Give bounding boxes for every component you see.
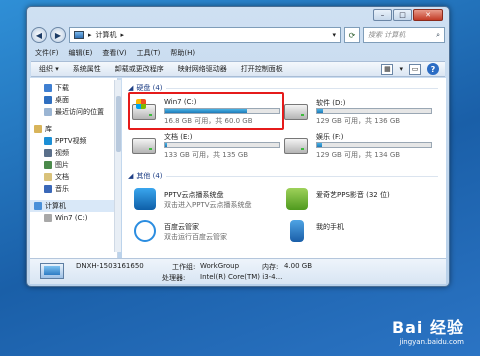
nav-scrollbar[interactable] <box>114 80 121 252</box>
hard-drive-icon <box>284 138 308 154</box>
downloads-icon <box>44 84 52 92</box>
address-box[interactable]: ▸ 计算机 ▸ ▾ <box>69 27 341 43</box>
computer-name: DNXH-1503161650 <box>76 262 144 270</box>
computer-icon <box>74 31 84 39</box>
nav-item-downloads[interactable]: 下载 <box>30 82 117 94</box>
search-icon: ⌕ <box>436 30 440 39</box>
menu-bar: 文件(F) 编辑(E) 查看(V) 工具(T) 帮助(H) <box>31 47 445 59</box>
menu-help[interactable]: 帮助(H) <box>170 48 195 58</box>
navigation-pane: 下载 桌面 最近访问的位置 库 PPTV视频 视频 图片 文档 音乐 计算机 W… <box>30 78 118 258</box>
section-other[interactable]: ◢ 其他 (4) <box>128 170 438 182</box>
memory-value: 4.00 GB <box>284 262 313 270</box>
organize-button[interactable]: 组织 ▾ <box>39 64 59 74</box>
recent-places-icon <box>44 108 52 116</box>
system-properties-button[interactable]: 系统属性 <box>73 64 101 74</box>
pptv-icon <box>44 137 52 145</box>
drive-icon <box>44 214 52 222</box>
nav-item-computer[interactable]: 计算机 <box>30 200 117 212</box>
drive-usage-bar <box>316 142 432 148</box>
drive-item-e[interactable]: 文档 (E:) 133 GB 可用，共 135 GB <box>132 132 282 160</box>
other-item-pptv[interactable]: PPTV云点播系统盘 双击进入PPTV云点播系统盘 <box>132 186 282 214</box>
drive-item-d[interactable]: 软件 (D:) 129 GB 可用，共 136 GB <box>284 98 434 126</box>
collapse-icon: ◢ <box>128 84 134 92</box>
documents-icon <box>44 173 52 181</box>
pictures-icon <box>44 161 52 169</box>
scrollbar-thumb[interactable] <box>116 96 121 152</box>
preview-pane-icon[interactable]: ▭ <box>409 63 421 75</box>
iqiyi-icon <box>286 188 308 210</box>
view-dropdown-icon[interactable]: ▾ <box>399 65 403 73</box>
highlight-box <box>128 92 284 130</box>
computer-icon <box>40 263 64 279</box>
nav-item-pictures[interactable]: 图片 <box>30 159 117 171</box>
phone-icon <box>290 220 304 242</box>
help-icon[interactable]: ? <box>427 63 439 75</box>
baidu-watermark: Bai 经验 jingyan.baidu.com <box>391 318 464 346</box>
other-item-iqiyi[interactable]: 爱奇艺PPS影音 (32 位) <box>284 186 434 214</box>
drive-item-f[interactable]: 娱乐 (F:) 129 GB 可用，共 134 GB <box>284 132 434 160</box>
other-item-my-phone[interactable]: 我的手机 <box>284 218 434 246</box>
processor-value: Intel(R) Core(TM) i3-4... <box>200 273 283 281</box>
pptv-cloud-icon <box>134 188 156 210</box>
hard-drive-icon <box>132 138 156 154</box>
refresh-button[interactable]: ⟳ <box>344 27 360 43</box>
map-network-drive-button[interactable]: 映射网络驱动器 <box>178 64 227 74</box>
search-input[interactable]: 搜索 计算机 ⌕ <box>363 27 445 43</box>
other-item-baidu-cloud[interactable]: 百度云管家 双击运行百度云管家 <box>132 218 282 246</box>
nav-item-pptv[interactable]: PPTV视频 <box>30 135 117 147</box>
control-panel-button[interactable]: 打开控制面板 <box>241 64 283 74</box>
hard-drive-icon <box>284 104 308 120</box>
nav-item-recent[interactable]: 最近访问的位置 <box>30 106 117 118</box>
uninstall-program-button[interactable]: 卸载或更改程序 <box>115 64 164 74</box>
computer-icon <box>34 202 42 210</box>
address-bar-row: ◀ ▶ ▸ 计算机 ▸ ▾ ⟳ 搜索 计算机 ⌕ <box>31 25 445 45</box>
baidu-cloud-icon <box>134 220 156 242</box>
menu-view[interactable]: 查看(V) <box>102 48 126 58</box>
forward-button[interactable]: ▶ <box>50 27 66 43</box>
nav-item-drive-c[interactable]: Win7 (C:) <box>30 212 117 224</box>
nav-item-desktop[interactable]: 桌面 <box>30 94 117 106</box>
drive-usage-bar <box>164 142 280 148</box>
videos-icon <box>44 149 52 157</box>
maximize-button[interactable]: □ <box>393 9 412 21</box>
nav-item-libraries[interactable]: 库 <box>30 123 117 135</box>
nav-item-documents[interactable]: 文档 <box>30 171 117 183</box>
nav-item-videos[interactable]: 视频 <box>30 147 117 159</box>
view-options-icon[interactable]: ▦ <box>381 63 394 75</box>
menu-file[interactable]: 文件(F) <box>35 48 59 58</box>
address-dropdown-icon[interactable]: ▾ <box>332 31 336 39</box>
minimize-button[interactable]: – <box>373 9 392 21</box>
window-controls: – □ ✕ <box>373 9 443 21</box>
details-pane: DNXH-1503161650 工作组: WorkGroup 内存: 4.00 … <box>30 258 446 284</box>
back-button[interactable]: ◀ <box>31 27 47 43</box>
collapse-icon: ◢ <box>128 172 134 180</box>
close-button[interactable]: ✕ <box>413 9 443 21</box>
menu-edit[interactable]: 编辑(E) <box>69 48 93 58</box>
drive-usage-bar <box>316 108 432 114</box>
nav-item-music[interactable]: 音乐 <box>30 183 117 195</box>
menu-tools[interactable]: 工具(T) <box>137 48 161 58</box>
music-icon <box>44 185 52 193</box>
address-path: 计算机 <box>95 31 117 39</box>
workgroup-value: WorkGroup <box>200 262 240 270</box>
library-icon <box>34 125 42 133</box>
command-bar: 组织 ▾ 系统属性 卸载或更改程序 映射网络驱动器 打开控制面板 ▦ ▾ ▭ ? <box>31 61 445 77</box>
desktop-icon <box>44 96 52 104</box>
